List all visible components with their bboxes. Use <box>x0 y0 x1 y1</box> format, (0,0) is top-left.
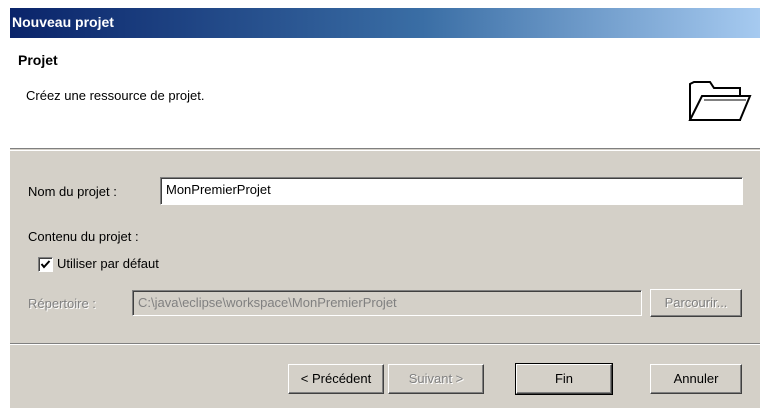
back-button[interactable]: < Précédent <box>288 364 384 394</box>
directory-label: Répertoire : <box>28 296 96 311</box>
use-default-checkbox[interactable] <box>38 257 53 272</box>
window-title: Nouveau projet <box>12 14 114 30</box>
banner-title: Projet <box>18 52 58 68</box>
cancel-button[interactable]: Annuler <box>650 364 742 394</box>
project-name-input[interactable]: MonPremierProjet <box>160 177 743 205</box>
banner-description: Créez une ressource de projet. <box>26 88 205 103</box>
banner-divider <box>10 150 760 151</box>
next-button[interactable]: Suivant > <box>388 364 484 394</box>
new-project-dialog: Nouveau projet Projet Créez une ressourc… <box>10 8 760 408</box>
wizard-banner: Projet Créez une ressource de projet. <box>10 38 760 149</box>
finish-button[interactable]: Fin <box>515 363 613 395</box>
title-bar[interactable]: Nouveau projet <box>10 8 760 38</box>
directory-input[interactable]: C:\java\eclipse\workspace\MonPremierProj… <box>132 290 642 316</box>
use-default-label[interactable]: Utiliser par défaut <box>57 256 159 271</box>
browse-button[interactable]: Parcourir... <box>650 289 742 317</box>
project-name-label: Nom du projet : <box>28 184 117 199</box>
project-contents-label: Contenu du projet : <box>28 229 139 244</box>
footer-divider-highlight <box>10 344 760 345</box>
folder-icon <box>688 81 752 121</box>
checkmark-icon <box>40 260 51 269</box>
